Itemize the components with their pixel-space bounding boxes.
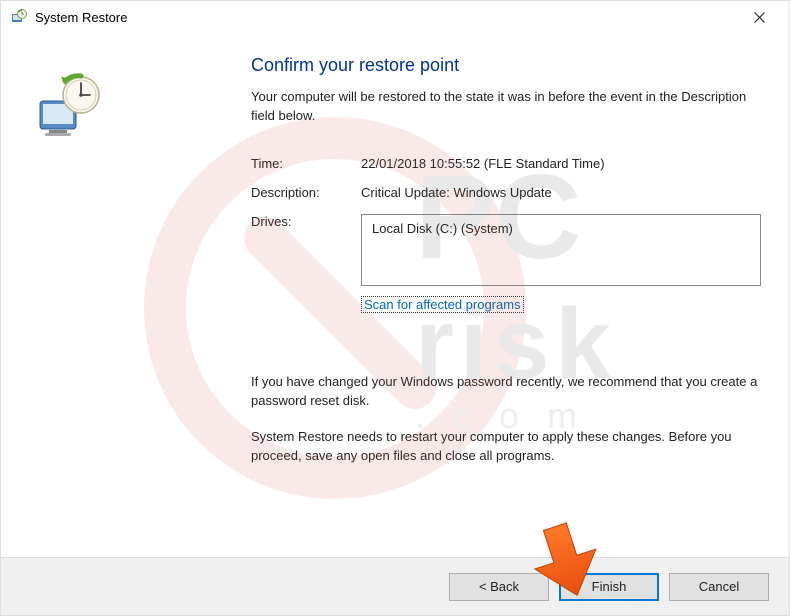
drives-listbox[interactable]: Local Disk (C:) (System) <box>361 214 761 286</box>
content-area: Confirm your restore point Your computer… <box>1 33 789 538</box>
drives-label: Drives: <box>251 214 361 286</box>
back-button[interactable]: < Back <box>449 573 549 601</box>
time-label: Time: <box>251 156 361 171</box>
titlebar: System Restore <box>1 1 789 33</box>
restore-point-illustration-icon <box>35 73 100 138</box>
restart-warning-text: System Restore needs to restart your com… <box>251 428 761 466</box>
scan-affected-programs-link[interactable]: Scan for affected programs <box>361 296 524 313</box>
titlebar-left: System Restore <box>11 9 127 25</box>
description-label: Description: <box>251 185 361 200</box>
system-restore-icon <box>11 9 27 25</box>
time-row: Time: 22/01/2018 10:55:52 (FLE Standard … <box>251 156 761 171</box>
time-value: 22/01/2018 10:55:52 (FLE Standard Time) <box>361 156 761 171</box>
window-title: System Restore <box>35 10 127 25</box>
scan-link-row: Scan for affected programs <box>251 296 761 313</box>
page-heading: Confirm your restore point <box>251 55 761 76</box>
page-subtext: Your computer will be restored to the st… <box>251 88 761 126</box>
description-value: Critical Update: Windows Update <box>361 185 761 200</box>
footer-button-bar: < Back Finish Cancel <box>1 557 789 615</box>
password-warning-text: If you have changed your Windows passwor… <box>251 373 761 411</box>
finish-button[interactable]: Finish <box>559 573 659 601</box>
sidebar <box>21 55 246 528</box>
cancel-button[interactable]: Cancel <box>669 573 769 601</box>
drives-row: Drives: Local Disk (C:) (System) <box>251 214 761 286</box>
system-restore-dialog: PC risk .com System Restore <box>0 0 790 616</box>
close-button[interactable] <box>737 3 781 31</box>
main-panel: Confirm your restore point Your computer… <box>246 55 761 528</box>
drives-item[interactable]: Local Disk (C:) (System) <box>372 221 750 236</box>
description-row: Description: Critical Update: Windows Up… <box>251 185 761 200</box>
